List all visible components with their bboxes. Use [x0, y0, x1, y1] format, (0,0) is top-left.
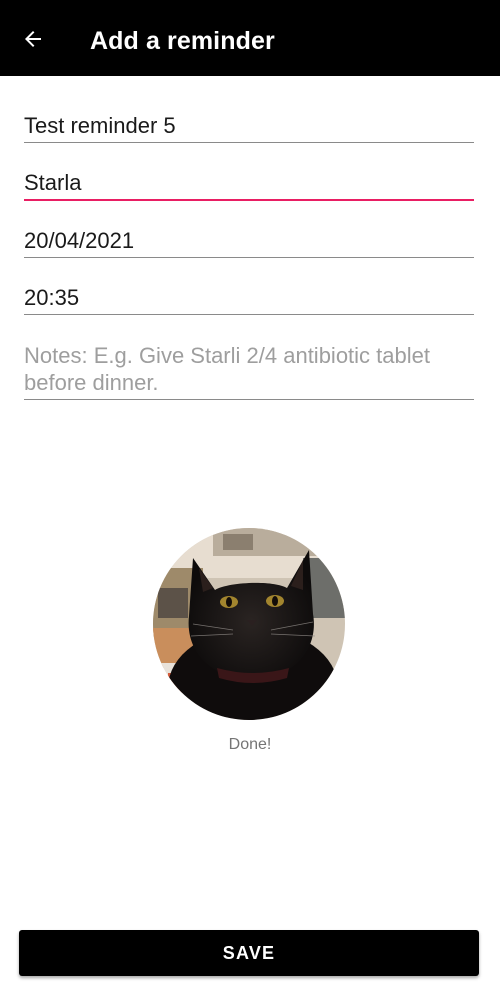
- save-button-label: SAVE: [222, 942, 276, 963]
- time-field[interactable]: 20:35: [24, 284, 474, 316]
- pet-name-value: Starla: [24, 170, 82, 195]
- date-underline: [24, 257, 474, 258]
- time-value: 20:35: [24, 285, 80, 310]
- time-underline: [24, 314, 474, 315]
- notes-field[interactable]: Notes: E.g. Give Starli 2/4 antibiotic t…: [24, 342, 474, 400]
- arrow-left-icon: [25, 31, 41, 47]
- save-button[interactable]: SAVE: [19, 930, 479, 976]
- add-reminder-screen: Add a reminder Test reminder 5 Starla 20…: [0, 0, 500, 1003]
- date-field[interactable]: 20/04/2021: [24, 227, 474, 259]
- photo-status-text: Done!: [228, 736, 272, 753]
- app-bar: Add a reminder: [0, 0, 500, 76]
- notes-underline: [24, 399, 474, 400]
- back-button[interactable]: [18, 24, 48, 54]
- date-value: 20/04/2021: [24, 228, 135, 253]
- reminder-name-underline: [24, 142, 474, 143]
- reminder-name-field[interactable]: Test reminder 5: [24, 112, 474, 144]
- pet-photo[interactable]: [153, 528, 345, 720]
- cat-photo-image: [153, 528, 345, 720]
- pet-name-underline: [24, 199, 474, 201]
- reminder-name-value: Test reminder 5: [24, 113, 176, 138]
- pet-name-field[interactable]: Starla: [24, 169, 474, 201]
- notes-placeholder: Notes: E.g. Give Starli 2/4 antibiotic t…: [24, 343, 430, 395]
- page-title: Add a reminder: [90, 27, 275, 55]
